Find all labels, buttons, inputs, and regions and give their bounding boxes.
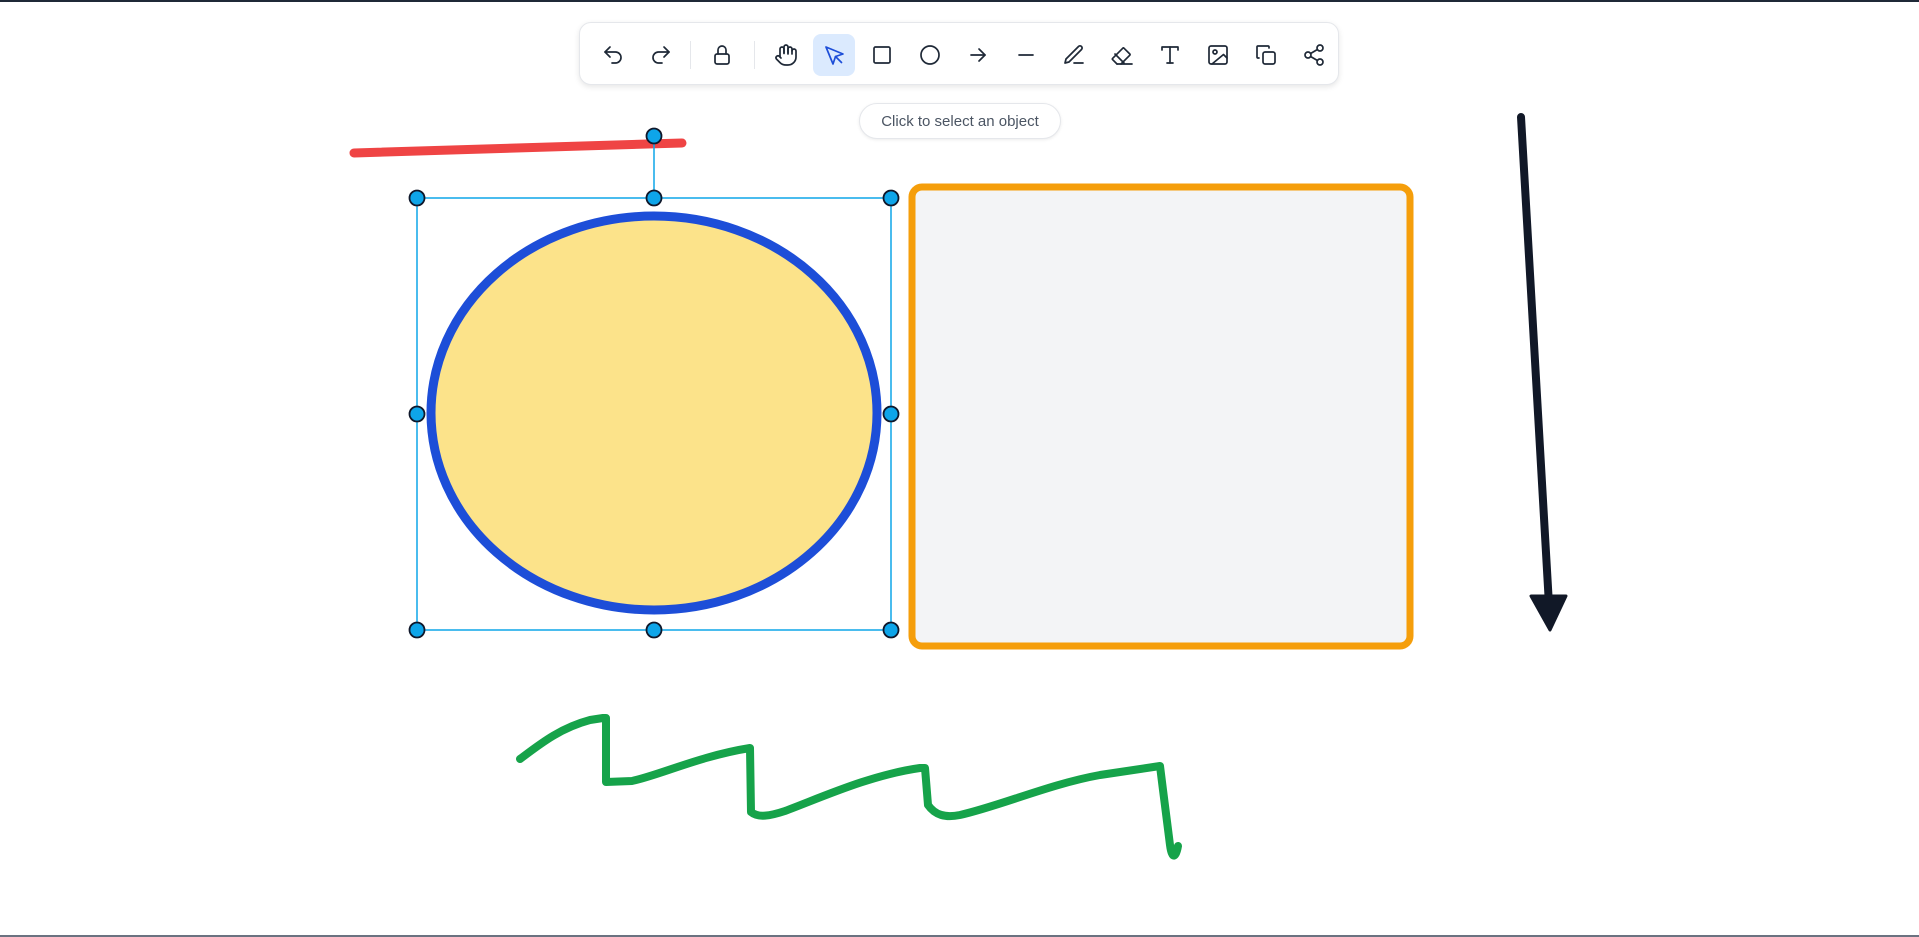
status-hint: Click to select an object [859, 103, 1061, 139]
image-icon [1208, 45, 1228, 65]
freehand-shape[interactable] [516, 714, 1182, 860]
red-line-shape[interactable] [349, 138, 687, 158]
resize-handle-s[interactable] [645, 621, 663, 639]
lock-icon [714, 45, 730, 65]
resize-handle-w[interactable] [408, 405, 426, 423]
resize-handle-sw[interactable] [408, 621, 426, 639]
undo-button[interactable] [592, 34, 634, 76]
rectangle-tool-button[interactable] [861, 34, 903, 76]
image-tool-button[interactable] [1197, 34, 1239, 76]
rectangle-shape[interactable] [908, 183, 1414, 650]
copy-icon [1256, 45, 1276, 65]
hand-tool-button[interactable] [765, 34, 807, 76]
resize-handle-n[interactable] [645, 189, 663, 207]
rectangle-icon [873, 46, 891, 64]
text-tool-button[interactable] [1149, 34, 1191, 76]
lock-button[interactable] [701, 34, 743, 76]
status-hint-text: Click to select an object [881, 112, 1039, 130]
select-tool-button[interactable] [813, 34, 855, 76]
line-icon [1018, 54, 1034, 56]
circle-icon [920, 45, 940, 65]
hand-icon [775, 44, 797, 66]
resize-handle-e[interactable] [882, 405, 900, 423]
toolbar-divider [754, 41, 755, 69]
ellipse-tool-button[interactable] [909, 34, 951, 76]
arrow-icon [970, 48, 986, 62]
eraser-tool-button[interactable] [1101, 34, 1143, 76]
redo-icon [652, 46, 670, 64]
drawing-canvas[interactable] [0, 0, 1919, 937]
toolbar-divider [690, 41, 691, 69]
eraser-icon [1111, 47, 1133, 65]
arrow-tool-button[interactable] [957, 34, 999, 76]
rotate-handle[interactable] [645, 127, 663, 145]
cursor-icon [825, 46, 844, 65]
resize-handle-se[interactable] [882, 621, 900, 639]
resize-handle-ne[interactable] [882, 189, 900, 207]
pencil-tool-button[interactable] [1053, 34, 1095, 76]
text-icon [1161, 46, 1179, 64]
duplicate-button[interactable] [1245, 34, 1287, 76]
ellipse-shape[interactable] [426, 211, 882, 615]
arrow-shape[interactable] [1517, 113, 1568, 632]
resize-handle-nw[interactable] [408, 189, 426, 207]
line-tool-button[interactable] [1005, 34, 1047, 76]
main-toolbar [579, 22, 1339, 85]
share-icon [1304, 44, 1324, 66]
pencil-icon [1064, 45, 1084, 64]
undo-icon [604, 46, 622, 64]
share-button[interactable] [1293, 34, 1335, 76]
redo-button[interactable] [640, 34, 682, 76]
